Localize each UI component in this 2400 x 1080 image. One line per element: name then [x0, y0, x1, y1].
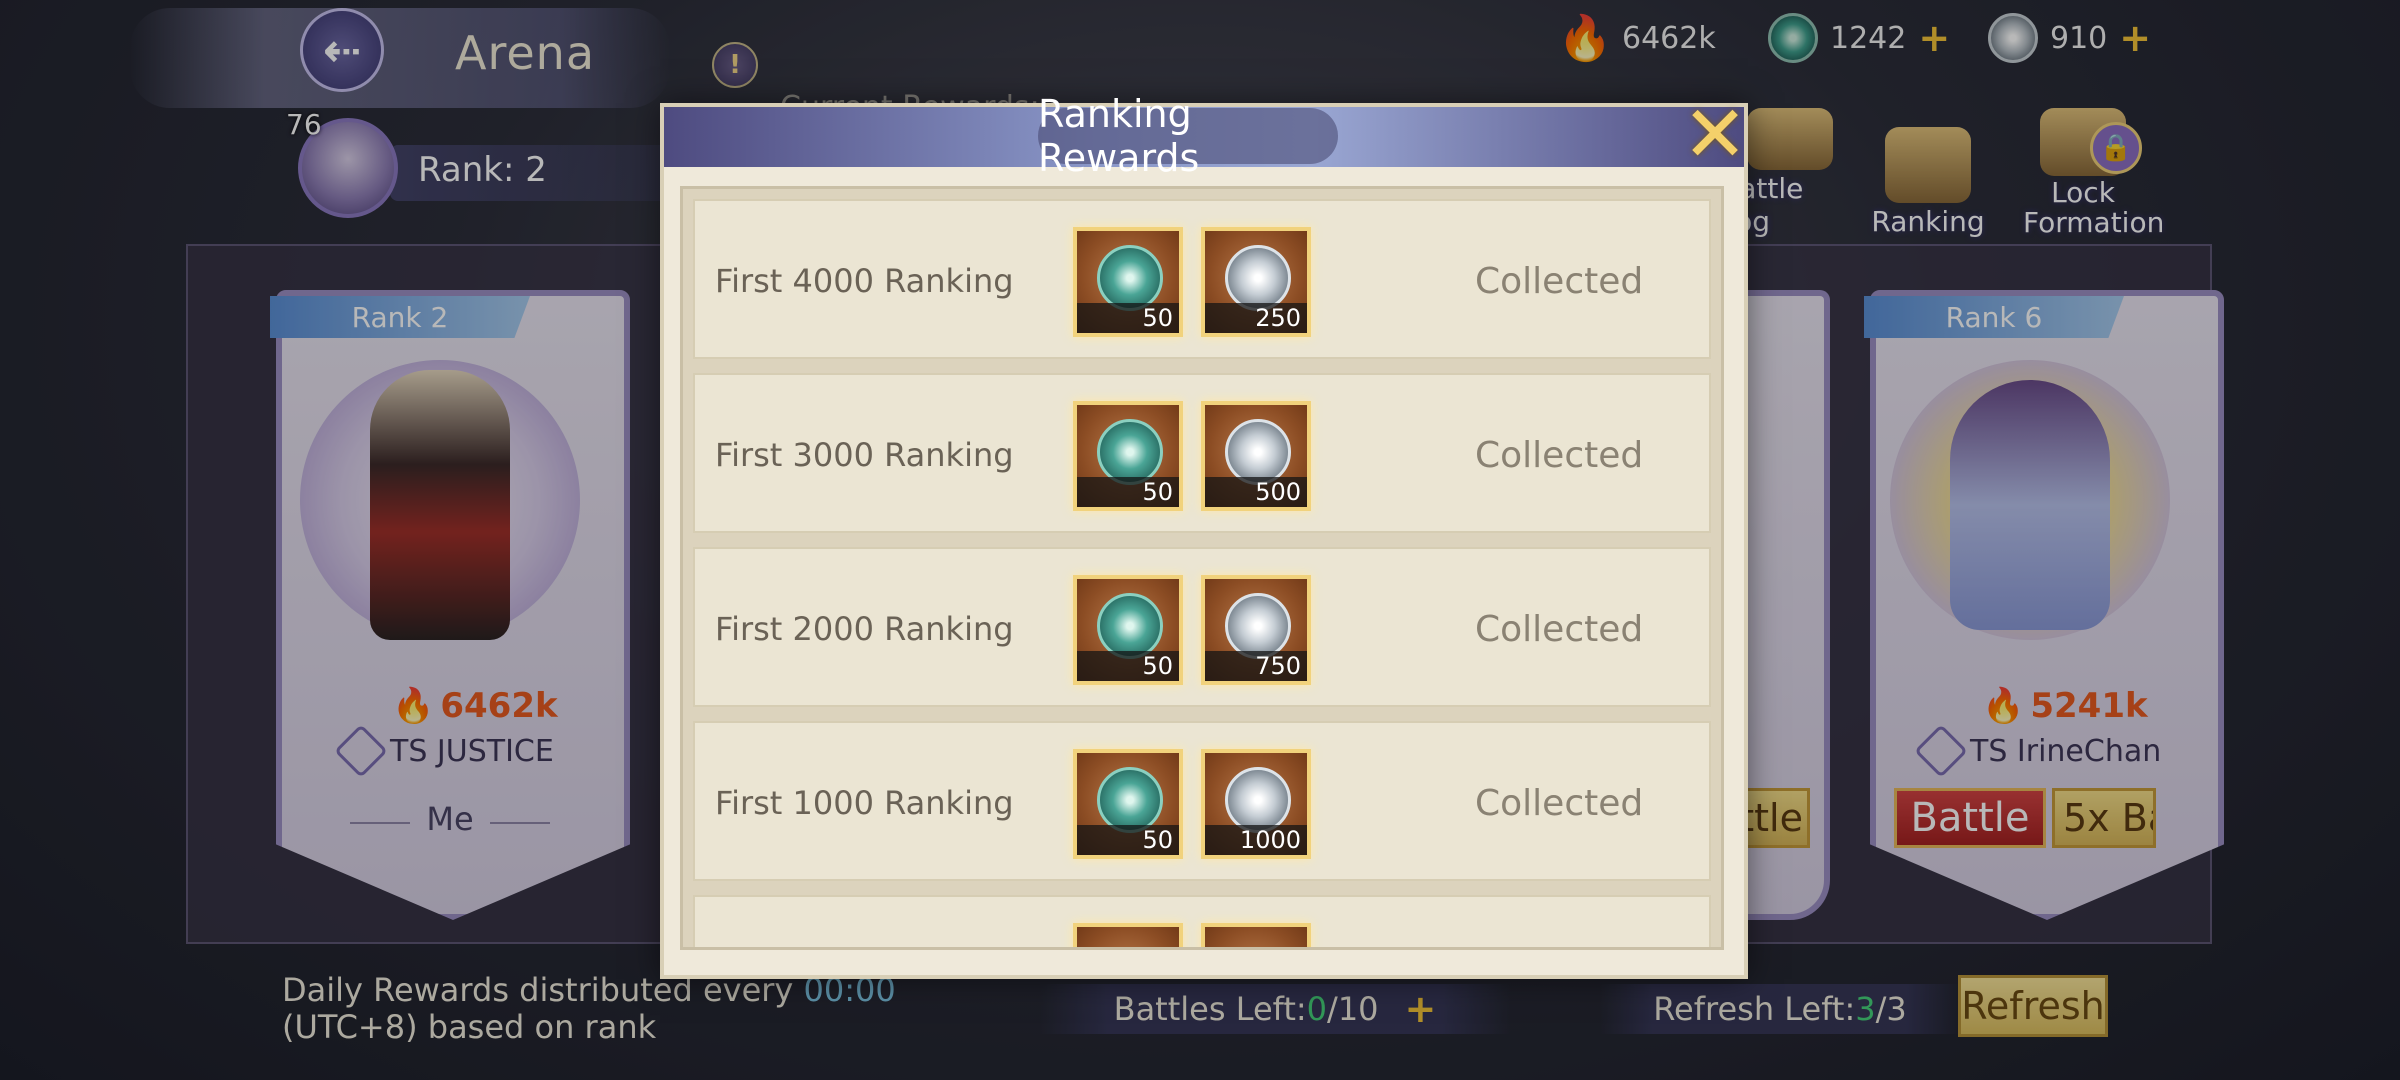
silver-coin-icon: [1225, 419, 1291, 485]
silver-coin-icon: [1225, 767, 1291, 833]
reward-item[interactable]: [1201, 923, 1311, 947]
list-item-partial: [693, 895, 1711, 947]
close-button[interactable]: ✕: [1680, 96, 1750, 174]
jade-icon: [1097, 419, 1163, 485]
list-item: First 3000 Ranking 50 500 Collected: [693, 373, 1711, 533]
jade-icon: [1097, 593, 1163, 659]
status-label: Collected: [1475, 260, 1644, 302]
jade-icon: [1097, 767, 1163, 833]
rewards-list[interactable]: First 4000 Ranking 50 250 Collected Firs…: [680, 186, 1724, 950]
reward-item[interactable]: 1000: [1201, 749, 1311, 859]
reward-item[interactable]: 500: [1201, 401, 1311, 511]
reward-item[interactable]: 50: [1073, 227, 1183, 337]
reward-item[interactable]: 50: [1073, 401, 1183, 511]
silver-coin-icon: [1225, 245, 1291, 311]
reward-item[interactable]: 50: [1073, 575, 1183, 685]
list-item: First 1000 Ranking 50 1000 Collected: [693, 721, 1711, 881]
list-item: First 4000 Ranking 50 250 Collected: [693, 199, 1711, 359]
jade-icon: [1097, 245, 1163, 311]
close-icon: ✕: [1682, 90, 1748, 180]
modal-title: Ranking Rewards: [1038, 92, 1338, 180]
reward-item[interactable]: 50: [1073, 749, 1183, 859]
reward-item[interactable]: 250: [1201, 227, 1311, 337]
status-label: Collected: [1475, 782, 1644, 824]
list-item: First 2000 Ranking 50 750 Collected: [693, 547, 1711, 707]
reward-item[interactable]: 750: [1201, 575, 1311, 685]
status-label: Collected: [1475, 608, 1644, 650]
status-label: Collected: [1475, 434, 1644, 476]
reward-item[interactable]: [1073, 923, 1183, 947]
silver-coin-icon: [1225, 593, 1291, 659]
